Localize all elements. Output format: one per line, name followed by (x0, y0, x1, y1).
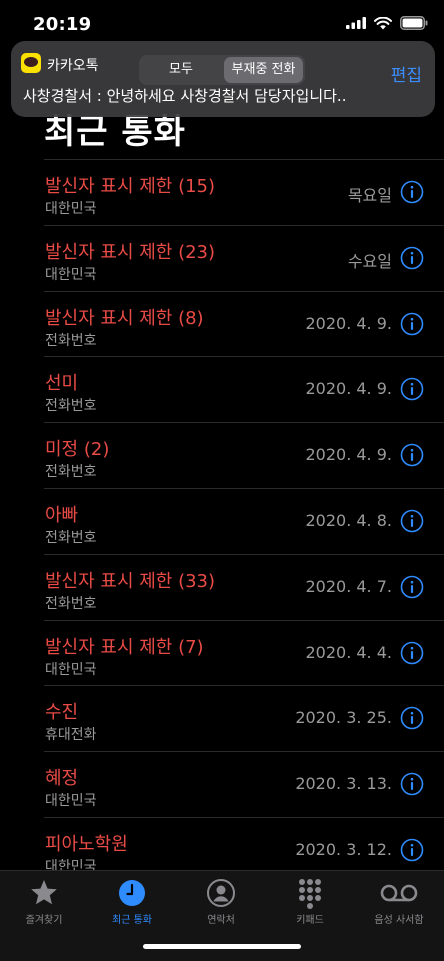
tab-voicemail[interactable]: 음성 사서함 (355, 877, 443, 926)
call-date: 2020. 4. 9. (305, 445, 392, 465)
caller-type: 전화번호 (45, 595, 97, 612)
call-row[interactable]: 발신자 표시 제한 (23) 대한민국 수요일 (44, 224, 444, 291)
voicemail-icon (380, 884, 418, 902)
status-time: 20:19 (33, 14, 92, 35)
caller-name: 아빠 (45, 504, 79, 526)
caller-name: 발신자 표시 제한 (33) (45, 570, 216, 592)
caller-name: 선미 (45, 373, 79, 395)
caller-type: 전화번호 (45, 464, 97, 481)
keypad-icon (299, 879, 321, 909)
call-date: 수요일 (347, 251, 392, 271)
caller-type: 휴대전화 (45, 727, 97, 744)
call-row[interactable]: 발신자 표시 제한 (7) 대한민국 2020. 4. 4. (44, 619, 444, 686)
caller-type: 전화번호 (45, 398, 97, 415)
call-row[interactable]: 발신자 표시 제한 (33) 전화번호 2020. 4. 7. (44, 553, 444, 620)
caller-type: 대한민국 (45, 661, 97, 678)
call-date: 2020. 4. 4. (305, 642, 392, 662)
call-date: 2020. 3. 13. (295, 774, 392, 794)
caller-name: 피아노학원 (45, 833, 128, 855)
tab-recents[interactable]: 최근 통화 (88, 877, 176, 926)
segment-all[interactable]: 모두 (141, 57, 221, 83)
caller-type: 대한민국 (45, 793, 97, 810)
call-row[interactable]: 선미 전화번호 2020. 4. 9. (44, 356, 444, 422)
info-icon[interactable] (400, 772, 424, 796)
tab-label: 연락처 (207, 915, 235, 926)
caller-name: 발신자 표시 제한 (8) (45, 307, 204, 329)
battery-icon (400, 16, 428, 30)
kakaotalk-icon (21, 53, 41, 73)
info-icon[interactable] (400, 312, 424, 336)
info-icon[interactable] (400, 838, 424, 862)
call-date: 2020. 4. 7. (305, 576, 392, 596)
call-filter-segmented-control: 모두 부재중 전화 (139, 55, 305, 85)
info-icon[interactable] (400, 443, 424, 467)
tab-keypad[interactable]: 키패드 (266, 877, 354, 926)
call-date: 2020. 4. 8. (305, 510, 392, 530)
caller-type: 전화번호 (45, 332, 97, 349)
signal-icon (346, 17, 366, 29)
call-row[interactable]: 발신자 표시 제한 (15) 대한민국 목요일 (44, 159, 444, 225)
call-date: 2020. 3. 12. (295, 839, 392, 859)
tab-label: 최근 통화 (112, 915, 152, 926)
info-icon[interactable] (400, 246, 424, 270)
call-date: 목요일 (347, 186, 392, 205)
status-icons (346, 16, 428, 30)
call-row[interactable]: 수진 휴대전화 2020. 3. 25. (44, 685, 444, 751)
tab-label: 음성 사서함 (374, 915, 424, 926)
info-icon[interactable] (400, 509, 424, 533)
info-icon[interactable] (400, 180, 424, 204)
caller-name: 수진 (45, 702, 79, 724)
call-row[interactable]: 발신자 표시 제한 (8) 전화번호 2020. 4. 9. (44, 290, 444, 357)
info-icon[interactable] (400, 706, 424, 730)
tab-contacts[interactable]: 연락처 (177, 877, 265, 926)
caller-name: 발신자 표시 제한 (7) (45, 636, 204, 658)
tab-label: 즐겨찾기 (25, 915, 63, 926)
caller-name: 혜정 (45, 768, 79, 790)
call-date: 2020. 3. 25. (295, 708, 392, 728)
caller-type: 대한민국 (45, 201, 97, 217)
notification-app-name: 카카오톡 (47, 58, 99, 74)
caller-type: 전화번호 (45, 529, 97, 546)
tab-label: 키패드 (296, 915, 324, 926)
call-date: 2020. 4. 9. (305, 379, 392, 399)
caller-name: 발신자 표시 제한 (15) (45, 176, 216, 197)
info-icon[interactable] (400, 641, 424, 665)
caller-type: 대한민국 (45, 266, 97, 283)
call-date: 2020. 4. 9. (305, 313, 392, 333)
segment-missed[interactable]: 부재중 전화 (224, 57, 303, 83)
recent-calls-list: 발신자 표시 제한 (15) 대한민국 목요일 발신자 표시 제한 (23) 대… (44, 159, 444, 883)
call-row[interactable]: 혜정 대한민국 2020. 3. 13. (44, 751, 444, 817)
call-row[interactable]: 미정 (2) 전화번호 2020. 4. 9. (44, 422, 444, 488)
notification-message: 사창경찰서 : 안녕하세요 사창경찰서 담당자입니다.. (23, 87, 347, 105)
caller-name: 미정 (2) (45, 439, 110, 461)
person-icon (207, 879, 235, 907)
clock-icon (119, 880, 145, 906)
call-row[interactable]: 아빠 전화번호 2020. 4. 8. (44, 487, 444, 554)
home-indicator[interactable] (143, 944, 301, 949)
info-icon[interactable] (400, 377, 424, 401)
wifi-icon (374, 16, 392, 29)
info-icon[interactable] (400, 575, 424, 599)
star-icon (31, 880, 57, 905)
edit-button[interactable]: 편집 (391, 61, 422, 86)
tab-favorites[interactable]: 즐겨찾기 (0, 877, 88, 926)
caller-name: 발신자 표시 제한 (23) (45, 241, 216, 263)
